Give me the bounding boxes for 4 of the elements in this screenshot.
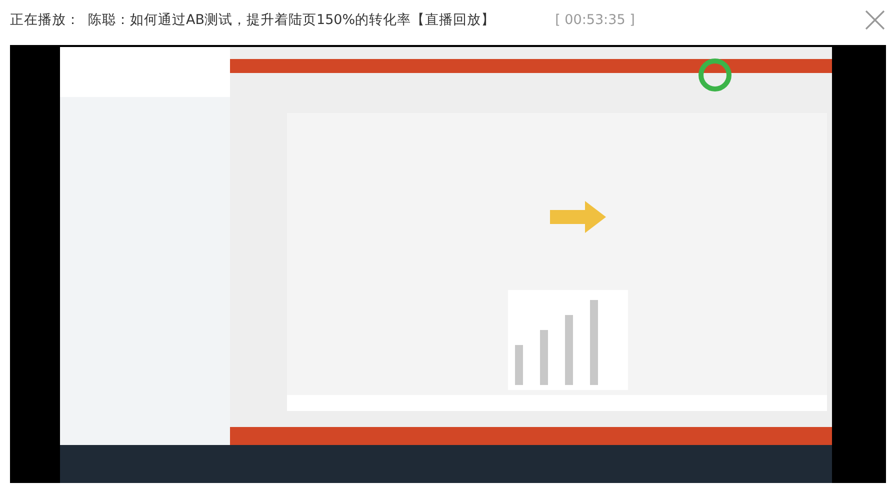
now-playing-label: 正在播放： [10, 10, 80, 30]
video-title: 陈聪：如何通过AB测试，提升着陆页150%的转化率【直播回放】 [88, 10, 496, 30]
playback-time: [ 00:53:35 ] [555, 10, 635, 30]
close-button[interactable] [864, 9, 886, 31]
